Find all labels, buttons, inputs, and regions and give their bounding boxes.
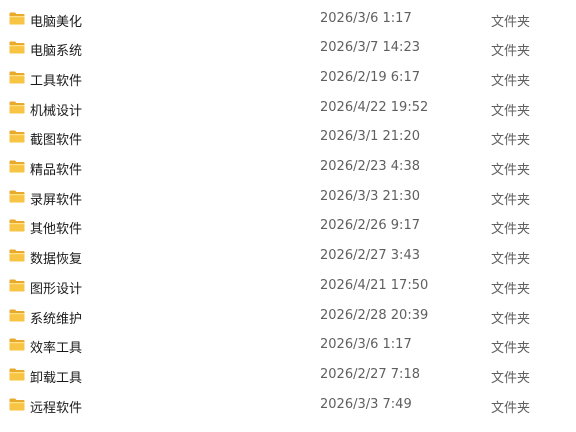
folder-icon	[9, 41, 25, 54]
folder-icon	[9, 12, 25, 25]
file-type: 文件夹	[491, 341, 531, 357]
modified-date: 2026/3/1 21:20	[320, 129, 420, 145]
file-name: 卸载工具	[30, 370, 83, 386]
file-row[interactable]: 卸载工具 2026/2/27 7:18 文件夹	[0, 361, 576, 391]
file-name: 电脑美化	[30, 14, 83, 30]
file-name: 系统维护	[30, 311, 83, 327]
file-type: 文件夹	[491, 44, 531, 60]
file-name: 机械设计	[30, 103, 83, 119]
modified-date: 2026/2/27 3:43	[320, 248, 420, 264]
modified-date: 2026/4/22 19:52	[320, 99, 429, 115]
file-type: 文件夹	[491, 400, 531, 416]
folder-icon	[9, 190, 25, 203]
folder-icon	[9, 219, 25, 232]
file-row[interactable]: 电脑系统 2026/3/7 14:23 文件夹	[0, 34, 576, 64]
file-name: 数据恢复	[30, 252, 83, 268]
file-name: 录屏软件	[30, 192, 83, 208]
file-type: 文件夹	[491, 14, 531, 30]
modified-date: 2026/3/3 21:30	[320, 188, 420, 204]
folder-icon	[9, 338, 25, 351]
modified-date: 2026/2/28 20:39	[320, 307, 429, 323]
modified-date: 2026/3/6 1:17	[320, 10, 412, 26]
file-name: 精品软件	[30, 163, 83, 178]
modified-date: 2026/2/23 4:38	[320, 159, 420, 174]
file-type: 文件夹	[491, 281, 531, 297]
file-type: 文件夹	[491, 163, 531, 178]
file-row[interactable]: 截图软件 2026/3/1 21:20 文件夹	[0, 123, 576, 153]
folder-icon	[9, 279, 25, 292]
file-type: 文件夹	[491, 311, 531, 327]
file-row[interactable]: 工具软件 2026/2/19 6:17 文件夹	[0, 64, 576, 94]
file-row[interactable]: 电脑美化 2026/3/6 1:17 文件夹	[0, 5, 576, 35]
file-name: 电脑系统	[30, 44, 83, 60]
file-name: 其他软件	[30, 222, 83, 238]
folder-icon	[9, 309, 25, 322]
file-row[interactable]: 录屏软件 2026/3/3 21:30 文件夹	[0, 183, 576, 213]
file-type: 文件夹	[491, 103, 531, 119]
file-row[interactable]: 远程软件 2026/3/3 7:49 文件夹	[0, 391, 576, 421]
modified-date: 2026/2/26 9:17	[320, 218, 420, 234]
file-row[interactable]: 机械设计 2026/4/22 19:52 文件夹	[0, 94, 576, 124]
file-row[interactable]: 图形设计 2026/4/21 17:50 文件夹	[0, 272, 576, 302]
modified-date: 2026/2/19 6:17	[320, 69, 420, 85]
file-row[interactable]: 效率工具 2026/3/6 1:17 文件夹	[0, 331, 576, 361]
file-type: 文件夹	[491, 252, 531, 268]
file-name: 图形设计	[30, 281, 83, 297]
modified-date: 2026/2/27 7:18	[320, 366, 420, 382]
file-list: 电脑美化 2026/3/6 1:17 文件夹 电脑系统 2026/3/7 14:23 文件…	[0, 0, 576, 432]
modified-date: 2026/3/6 1:17	[320, 337, 412, 353]
file-type: 文件夹	[491, 133, 531, 149]
folder-icon	[9, 71, 25, 84]
folder-icon	[9, 160, 25, 173]
folder-icon	[9, 130, 25, 143]
file-row[interactable]: 其他软件 2026/2/26 9:17 文件夹	[0, 212, 576, 242]
file-type: 文件夹	[491, 192, 531, 208]
modified-date: 2026/3/7 14:23	[320, 40, 420, 56]
file-row[interactable]: 数据恢复 2026/2/27 3:43 文件夹	[0, 242, 576, 272]
modified-date: 2026/4/21 17:50	[320, 277, 429, 293]
folder-icon	[9, 368, 25, 381]
file-name: 效率工具	[30, 341, 83, 357]
folder-icon	[9, 101, 25, 114]
file-name: 截图软件	[30, 133, 83, 149]
file-type: 文件夹	[491, 370, 531, 386]
file-name: 工具软件	[30, 73, 83, 89]
file-type: 文件夹	[491, 222, 531, 238]
modified-date: 2026/3/3 7:49	[320, 396, 412, 412]
file-name: 远程软件	[30, 400, 83, 416]
file-row[interactable]: 系统维护 2026/2/28 20:39 文件夹	[0, 302, 576, 332]
file-type: 文件夹	[491, 73, 531, 89]
folder-icon	[9, 249, 25, 262]
file-row[interactable]: 精品软件 2026/2/23 4:38 文件夹	[0, 153, 576, 183]
folder-icon	[9, 398, 25, 411]
